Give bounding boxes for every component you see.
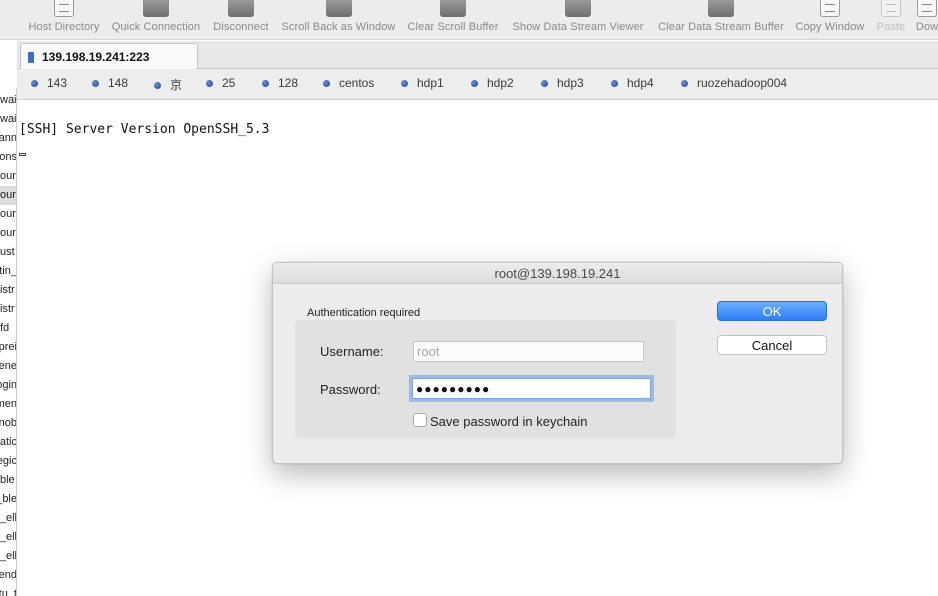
bookmark-dot-icon [206,80,213,87]
bookmark-dot-icon [31,80,38,87]
session-list-item[interactable]: istr [0,300,16,319]
session-list-item[interactable]: ble_ [0,490,16,509]
bookmark-dot-icon [611,80,618,87]
bookmark-dot-icon [262,80,269,87]
session-list-item[interactable]: ell_ [0,509,16,528]
session-list-item[interactable]: ogin [0,376,16,395]
session-list-item[interactable]: ann [0,129,16,148]
save-password-checkbox[interactable] [413,413,427,427]
auth-group-box: Username: root Password: ●●●●●●●●● Save … [295,320,676,438]
scroll-back-button[interactable]: Scroll Back as Window [276,0,401,39]
session-list-item[interactable]: prei [0,338,16,357]
bookmark-dot-icon [401,80,408,87]
ok-button[interactable]: OK [717,301,827,321]
bookmark-centos[interactable]: centos [323,76,374,92]
bookmarks-bar: 143 148 京 25 128 centos hdp1 hdp2 hdp3 h… [17,69,938,100]
session-list-item[interactable]: our [0,224,16,243]
bookmark-25[interactable]: 25 [206,76,235,92]
bookmark-dot-icon [681,80,688,87]
bookmark-ruozehadoop004[interactable]: ruozehadoop004 [681,76,787,92]
bookmark-hdp4[interactable]: hdp4 [611,76,654,92]
data-stream-viewer-icon [565,0,591,17]
auth-dialog: root@139.198.19.241 Authentication requi… [272,262,843,464]
session-list-item[interactable]: tu_t [0,585,16,596]
scroll-back-icon [325,0,352,17]
host-directory-button[interactable]: Host Directory [18,0,110,39]
paste-icon [881,0,901,17]
bookmark-128[interactable]: 128 [262,76,298,92]
bookmark-hdp2[interactable]: hdp2 [471,76,514,92]
session-tab-label: 139.198.19.241:223 [42,50,150,64]
session-list-item[interactable]: egic [0,452,16,471]
session-tab-bar: 139.198.19.241:223 [17,41,938,70]
clear-scroll-buffer-button[interactable]: Clear Scroll Buffer [401,0,505,39]
session-list-item[interactable]: _tin [0,262,16,281]
username-field[interactable]: root [413,341,644,362]
session-list-item[interactable]: ble [0,471,16,490]
session-tab[interactable]: 139.198.19.241:223 [20,43,198,70]
session-list-item[interactable]: nob [0,414,16,433]
session-list-item[interactable]: wai [0,91,16,110]
password-value: ●●●●●●●●● [416,382,491,396]
session-list-item[interactable]: wai [0,110,16,129]
session-list-item[interactable]: ell_ [0,547,16,566]
bookmark-dot-icon [471,80,478,87]
bookmark-148[interactable]: 148 [92,76,128,92]
username-label: Username: [320,344,384,359]
terminal-cursor [19,153,26,156]
terminal-output-line: [SSH] Server Version OpenSSH_5.3 [19,122,270,137]
session-list-item[interactable]: ons [0,148,16,167]
bookmark-dot-icon [92,80,99,87]
data-stream-viewer-button[interactable]: Show Data Stream Viewer [505,0,651,39]
bookmark-dot-icon [323,80,330,87]
toolbar: Host Directory Quick Connection Disconne… [0,0,938,40]
download-icon [917,0,937,17]
paste-button[interactable]: Paste [869,0,913,39]
password-field[interactable]: ●●●●●●●●● [412,378,651,399]
session-list-item[interactable]: istr [0,281,16,300]
session-list-item[interactable]: fd [0,319,16,338]
auth-group-label: Authentication required [307,307,421,319]
bookmark-hdp1[interactable]: hdp1 [401,76,444,92]
bookmark-dot-icon [154,82,161,89]
session-list-item[interactable]: men [0,395,16,414]
copy-window-button[interactable]: Copy Window [791,0,869,39]
password-label: Password: [320,382,381,397]
disconnect-button[interactable]: Disconnect [206,0,276,39]
session-list-item[interactable]: ust [0,243,16,262]
quick-connection-icon [143,0,169,17]
quick-connection-button[interactable]: Quick Connection [106,0,206,39]
session-icon [28,52,34,63]
session-list-item[interactable]: our [0,167,16,186]
session-list-item[interactable]: our [0,186,16,205]
session-list-item[interactable]: ene [0,357,16,376]
session-list-pane: wai wai ann ons our our our our ust _tin istr istr f… [0,88,17,596]
bookmark-143[interactable]: 143 [31,76,67,92]
session-list-item[interactable]: atic [0,433,16,452]
disconnect-icon [228,0,254,17]
clear-data-stream-icon [708,0,734,17]
cancel-button[interactable]: Cancel [717,335,827,355]
session-list-item[interactable]: our [0,205,16,224]
host-directory-icon [54,0,74,17]
dialog-title: root@139.198.19.241 [273,263,842,284]
clear-scroll-buffer-icon [440,0,466,17]
clear-data-stream-button[interactable]: Clear Data Stream Buffer [651,0,791,39]
session-list-item[interactable]: ell_ [0,528,16,547]
bookmark-hdp3[interactable]: hdp3 [541,76,584,92]
copy-window-icon [820,0,840,17]
bookmark-dot-icon [541,80,548,87]
session-list-item[interactable]: end [0,566,16,585]
bookmark-jing[interactable]: 京 [154,76,182,92]
download-button[interactable]: Dow [910,0,938,39]
save-password-label[interactable]: Save password in keychain [430,414,588,429]
